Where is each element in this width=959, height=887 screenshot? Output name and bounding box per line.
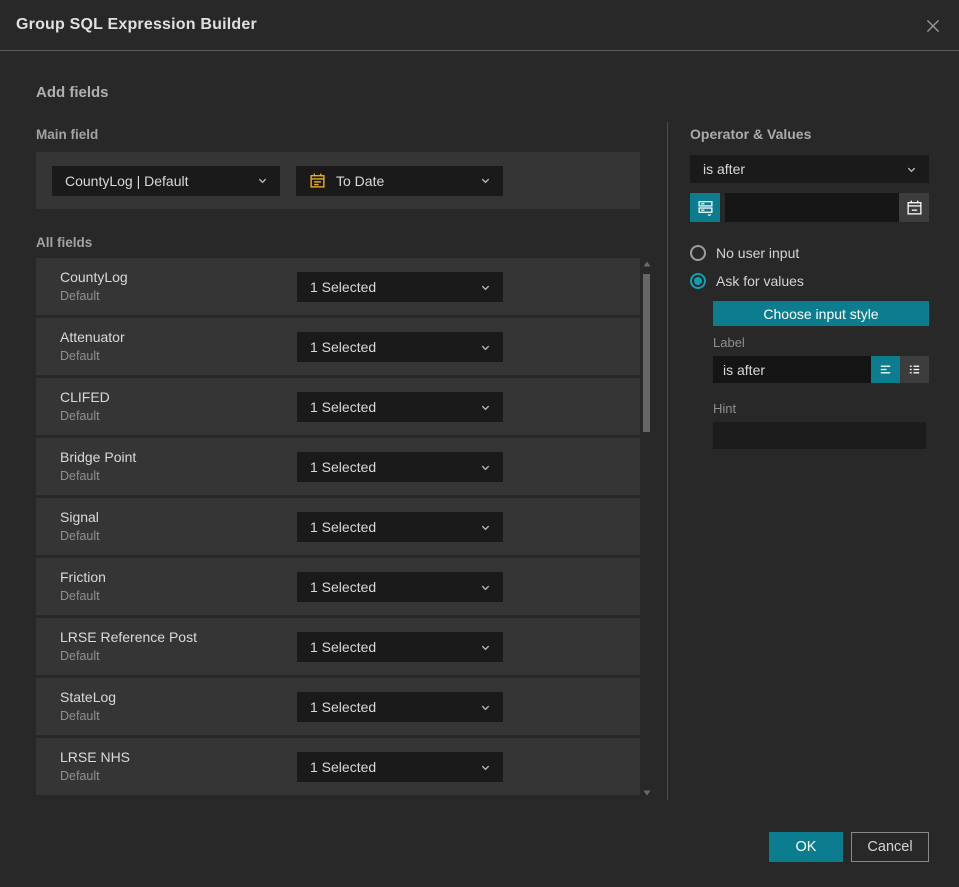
field-row: Attenuator Default 1 Selected (36, 318, 640, 375)
operator-values-panel: Operator & Values is after No user input… (690, 120, 929, 449)
chevron-down-icon (480, 642, 491, 653)
field-selected-dropdown[interactable]: 1 Selected (297, 572, 503, 602)
field-row: LRSE Reference Post Default 1 Selected (36, 618, 640, 675)
label-input[interactable] (713, 356, 871, 383)
cancel-button[interactable]: Cancel (851, 832, 929, 862)
field-row: CLIFED Default 1 Selected (36, 378, 640, 435)
field-selected-value: 1 Selected (310, 399, 377, 415)
add-fields-heading: Add fields (36, 84, 109, 101)
chevron-down-icon (480, 462, 491, 473)
operator-values-heading: Operator & Values (690, 126, 812, 142)
field-row: Signal Default 1 Selected (36, 498, 640, 555)
field-selected-dropdown[interactable]: 1 Selected (297, 752, 503, 782)
single-line-style-icon[interactable] (871, 356, 900, 383)
main-field-select-value: CountyLog | Default (65, 172, 189, 189)
chevron-down-icon (480, 522, 491, 533)
value-type-icon[interactable] (690, 193, 720, 222)
dialog-title: Group SQL Expression Builder (16, 16, 257, 33)
chevron-down-icon (480, 402, 491, 413)
main-field-box: CountyLog | Default To Date (36, 152, 640, 209)
field-selected-value: 1 Selected (310, 339, 377, 355)
user-input-radio-group: No user input Ask for values (690, 245, 929, 289)
field-selected-dropdown[interactable]: 1 Selected (297, 392, 503, 422)
calendar-picker-icon[interactable] (899, 193, 929, 222)
field-row: Friction Default 1 Selected (36, 558, 640, 615)
chevron-down-icon (480, 762, 491, 773)
field-selected-value: 1 Selected (310, 639, 377, 655)
hint-label: Hint (713, 401, 737, 416)
radio-icon (690, 273, 706, 289)
field-selected-dropdown[interactable]: 1 Selected (297, 452, 503, 482)
group-sql-expression-builder-dialog: Group SQL Expression Builder Add fields … (0, 0, 959, 887)
field-selected-value: 1 Selected (310, 519, 377, 535)
field-selected-dropdown[interactable]: 1 Selected (297, 692, 503, 722)
chevron-down-icon (480, 582, 491, 593)
radio-option[interactable]: Ask for values (690, 273, 929, 289)
all-fields-label: All fields (36, 235, 93, 250)
field-type-select[interactable]: To Date (296, 165, 503, 196)
label-row (713, 356, 929, 383)
radio-option[interactable]: No user input (690, 245, 929, 261)
chevron-down-icon (257, 175, 268, 186)
field-row: Bridge Point Default 1 Selected (36, 438, 640, 495)
chevron-down-icon (480, 342, 491, 353)
field-selected-value: 1 Selected (310, 459, 377, 475)
operator-select-value: is after (703, 161, 746, 177)
list-style-icon[interactable] (900, 356, 929, 383)
date-value-row (690, 193, 929, 222)
date-value-input[interactable] (725, 193, 899, 222)
chevron-down-icon (906, 164, 917, 175)
radio-option-label: No user input (716, 245, 800, 261)
all-fields-list: CountyLog Default 1 Selected Attenuator … (36, 258, 640, 795)
field-row: LRSE NHS Default 1 Selected (36, 738, 640, 795)
operator-select[interactable]: is after (690, 155, 929, 183)
field-selected-value: 1 Selected (310, 699, 377, 715)
field-selected-dropdown[interactable]: 1 Selected (297, 272, 503, 302)
dialog-footer: OK Cancel (769, 832, 929, 862)
field-type-select-value: To Date (336, 172, 385, 189)
field-selected-value: 1 Selected (310, 279, 377, 295)
panel-divider (667, 122, 668, 800)
label-label: Label (713, 335, 745, 350)
field-selected-dropdown[interactable]: 1 Selected (297, 512, 503, 542)
chevron-down-icon (480, 702, 491, 713)
scrollbar-thumb[interactable] (643, 274, 650, 432)
radio-option-label: Ask for values (716, 273, 804, 289)
ok-button[interactable]: OK (769, 832, 843, 862)
scroll-up-icon[interactable] (642, 260, 651, 268)
field-row: CountyLog Default 1 Selected (36, 258, 640, 315)
close-icon[interactable] (921, 14, 945, 38)
main-field-select[interactable]: CountyLog | Default (52, 165, 280, 196)
dialog-header: Group SQL Expression Builder (0, 0, 959, 51)
calendar-icon (309, 172, 326, 189)
fields-scrollbar[interactable] (641, 258, 652, 801)
field-row: StateLog Default 1 Selected (36, 678, 640, 735)
chevron-down-icon (480, 282, 491, 293)
scroll-down-icon[interactable] (642, 789, 651, 797)
choose-input-style-button[interactable]: Choose input style (713, 301, 929, 326)
main-field-label: Main field (36, 127, 99, 142)
chevron-down-icon (480, 175, 491, 186)
field-selected-dropdown[interactable]: 1 Selected (297, 332, 503, 362)
field-selected-value: 1 Selected (310, 759, 377, 775)
hint-input[interactable] (713, 422, 926, 449)
fields-panel: Main field CountyLog | Default To Date A… (36, 120, 640, 798)
field-selected-dropdown[interactable]: 1 Selected (297, 632, 503, 662)
radio-icon (690, 245, 706, 261)
field-selected-value: 1 Selected (310, 579, 377, 595)
